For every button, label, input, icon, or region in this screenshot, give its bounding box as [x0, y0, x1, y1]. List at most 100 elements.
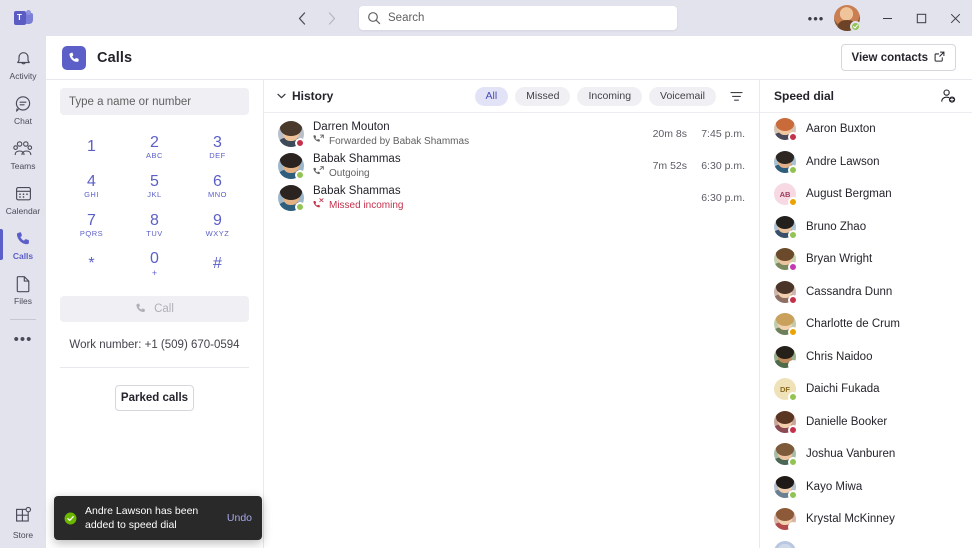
forward-button[interactable] [318, 4, 346, 32]
call-status: Outgoing [313, 166, 623, 180]
list-item[interactable]: Bruno Zhao [760, 211, 972, 244]
settings-more-button[interactable]: ••• [802, 4, 830, 32]
presence-badge [788, 457, 798, 468]
dialpad-key-7[interactable]: 7 PQRS [60, 205, 123, 244]
speed-dial-header: Speed dial [760, 80, 972, 112]
close-button[interactable] [938, 0, 972, 36]
avatar [774, 443, 798, 468]
maximize-button[interactable] [904, 0, 938, 36]
avatar[interactable] [834, 5, 861, 32]
dialpad-key-4[interactable]: 4 GHI [60, 166, 123, 205]
table-row[interactable]: Babak Shammas Missed incoming 6:30 p.m. [264, 182, 759, 214]
filter-pill-missed[interactable]: Missed [515, 86, 571, 106]
list-item[interactable]: Bryan Wright [760, 243, 972, 276]
add-person-icon[interactable] [938, 86, 958, 106]
call-status: Forwarded by Babak Shammas [313, 134, 623, 148]
presence-badge [788, 489, 798, 500]
dialpad-key-star[interactable]: * [60, 244, 123, 283]
list-item[interactable] [760, 536, 972, 548]
teams-app-window: T Search ••• Activity Chat Teams Calenda… [0, 0, 972, 548]
filter-pill-voicemail[interactable]: Voicemail [649, 86, 716, 106]
sidebar-item-store[interactable]: Store [0, 506, 46, 540]
presence-badge [788, 392, 798, 403]
parked-calls-button[interactable]: Parked calls [115, 385, 194, 411]
dialpad-key-3[interactable]: 3 DEF [186, 127, 249, 166]
teams-logo-icon: T [13, 9, 33, 27]
toast-notification: Andre Lawson has been added to speed dia… [54, 496, 262, 540]
list-item[interactable]: Cassandra Dunn [760, 276, 972, 309]
chevron-down-icon[interactable] [274, 93, 288, 99]
dialpad-key-0[interactable]: 0 + [123, 244, 186, 283]
filter-icon[interactable] [727, 87, 745, 105]
search-input[interactable]: Search [359, 6, 677, 30]
sidebar-item-calendar[interactable]: Calendar [0, 177, 46, 222]
presence-badge [295, 170, 305, 180]
sidebar-label: Calls [12, 250, 34, 261]
key-letters: PQRS [79, 228, 104, 238]
table-row[interactable]: Darren Mouton Forwarded by Babak Shammas… [264, 118, 759, 150]
avatar [774, 280, 798, 305]
back-button[interactable] [288, 4, 316, 32]
list-item[interactable]: Danielle Booker [760, 406, 972, 439]
call-missed-icon [313, 198, 324, 212]
list-item[interactable]: AB August Bergman [760, 178, 972, 211]
dialpad-key-2[interactable]: 2 ABC [123, 127, 186, 166]
key-number: 2 [150, 133, 159, 151]
avatar [774, 313, 798, 338]
filter-pill-all[interactable]: All [474, 86, 509, 106]
sidebar-item-activity[interactable]: Activity [0, 42, 46, 87]
key-number: # [213, 255, 222, 272]
dial-input[interactable]: Type a name or number [60, 88, 249, 115]
avatar [278, 153, 305, 180]
dialpad-key-8[interactable]: 8 TUV [123, 205, 186, 244]
undo-button[interactable]: Undo [227, 512, 252, 524]
speed-dial-list[interactable]: Aaron Buxton Andre Lawson AB August Berg… [760, 113, 972, 548]
avatar [278, 185, 305, 212]
app-logo: T [0, 9, 46, 27]
sidebar-item-calls[interactable]: Calls [0, 222, 46, 267]
dialpad-key-1[interactable]: 1 [60, 127, 123, 166]
call-button[interactable]: Call [60, 296, 249, 322]
presence-badge [788, 132, 798, 143]
history-panel: History All Missed Incoming Voicemail Da… [264, 80, 760, 548]
list-item[interactable]: Joshua Vanburen [760, 438, 972, 471]
key-letters: JKL [147, 189, 162, 199]
sidebar-item-teams[interactable]: Teams [0, 132, 46, 177]
key-number: 1 [87, 138, 96, 155]
phone-icon [15, 229, 32, 249]
key-number: 0 [150, 250, 159, 267]
table-row[interactable]: Babak Shammas Outgoing 7m 52s 6:30 p.m. [264, 150, 759, 182]
list-item[interactable]: Andre Lawson [760, 146, 972, 179]
sidebar-item-files[interactable]: Files [0, 267, 46, 312]
list-item[interactable]: Kayo Miwa [760, 471, 972, 504]
presence-badge [788, 359, 798, 370]
contact-name: Charlotte de Crum [806, 318, 900, 331]
rail-more-button[interactable]: ••• [0, 322, 46, 356]
list-item[interactable]: Aaron Buxton [760, 113, 972, 146]
search-placeholder: Search [388, 12, 425, 24]
dialpad-key-6[interactable]: 6 MNO [186, 166, 249, 205]
view-contacts-button[interactable]: View contacts [840, 44, 956, 71]
list-item[interactable]: Krystal McKinney [760, 503, 972, 536]
call-time: 6:30 p.m. [701, 192, 745, 204]
list-item[interactable]: Chris Naidoo [760, 341, 972, 374]
key-letters: GHI [84, 189, 99, 199]
call-duration: 20m 8s [652, 128, 687, 140]
call-status: Missed incoming [313, 198, 623, 212]
minimize-button[interactable] [870, 0, 904, 36]
dialpad-key-9[interactable]: 9 WXYZ [186, 205, 249, 244]
dialpad-key-hash[interactable]: # [186, 244, 249, 283]
list-item[interactable]: Charlotte de Crum [760, 308, 972, 341]
call-time: 7:45 p.m. [701, 128, 745, 140]
dialpad-key-5[interactable]: 5 JKL [123, 166, 186, 205]
contact-name: Krystal McKinney [806, 513, 895, 526]
filter-pill-incoming[interactable]: Incoming [577, 86, 643, 106]
avatar [774, 215, 798, 240]
call-status-label: Outgoing [329, 167, 370, 179]
page-header: Calls View contacts [46, 36, 972, 80]
sidebar-label: Files [14, 295, 32, 306]
key-letters: ABC [146, 150, 163, 160]
contact-name: Chris Naidoo [806, 350, 873, 363]
list-item[interactable]: DF Daichi Fukada [760, 373, 972, 406]
sidebar-item-chat[interactable]: Chat [0, 87, 46, 132]
